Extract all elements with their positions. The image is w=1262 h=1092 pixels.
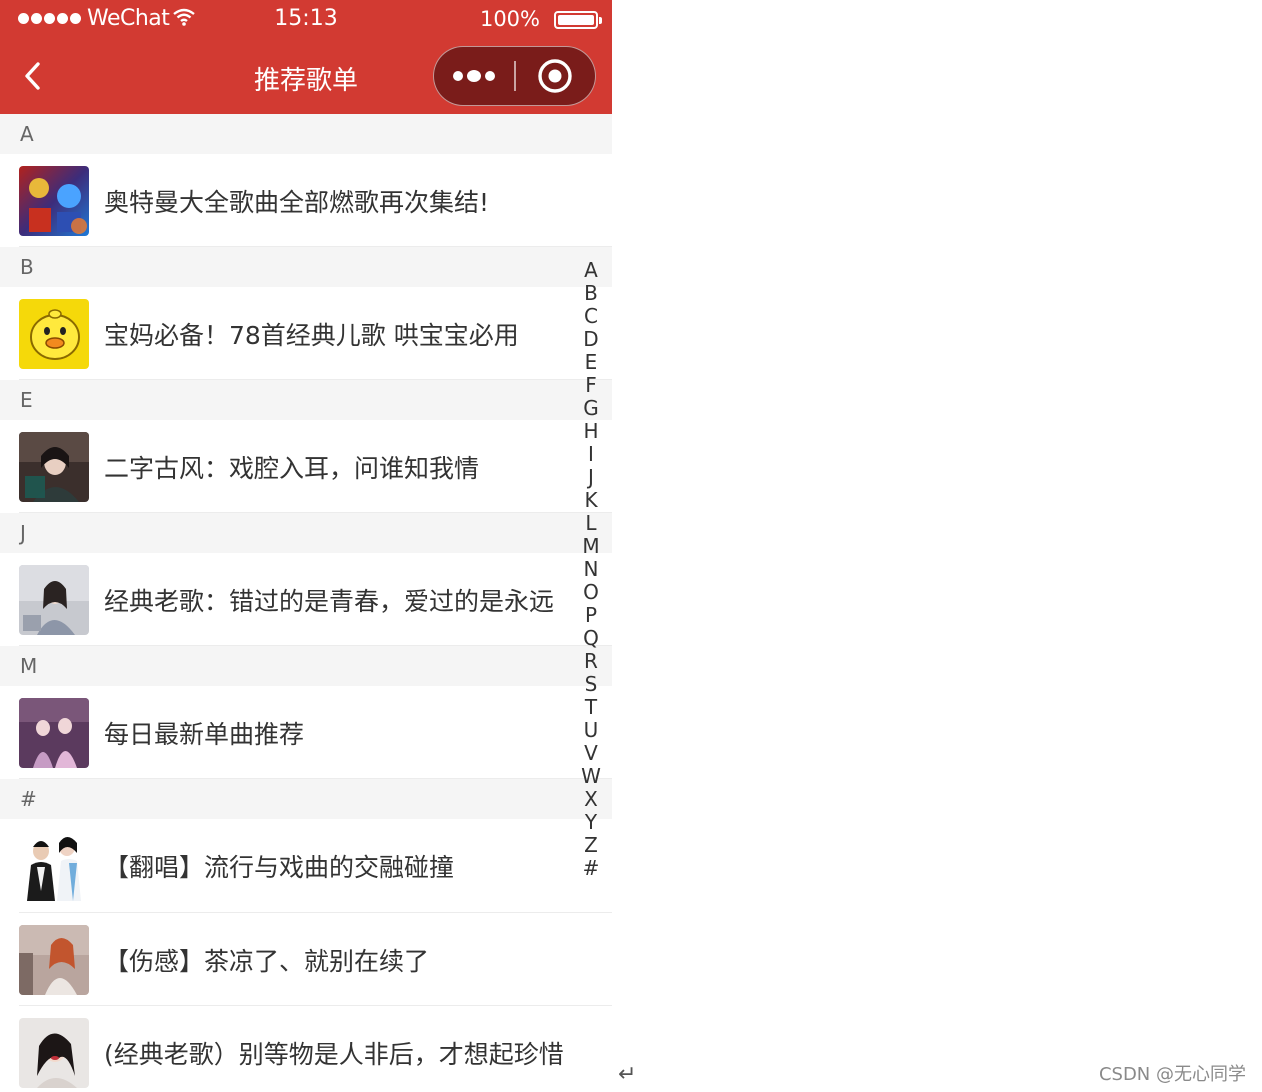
index-letter[interactable]: D — [583, 328, 598, 351]
index-letter[interactable]: B — [584, 282, 598, 305]
item-divider — [19, 246, 612, 247]
index-letter[interactable]: F — [585, 374, 597, 397]
section-header: E — [0, 380, 612, 420]
index-letter[interactable]: U — [584, 719, 599, 742]
section-header: # — [0, 779, 612, 819]
section-header: B — [0, 247, 612, 287]
index-letter[interactable]: I — [588, 443, 594, 466]
playlist-cover — [19, 166, 89, 236]
playlist-cover — [19, 925, 89, 995]
index-letter[interactable]: H — [583, 420, 598, 443]
section-header: M — [0, 646, 612, 686]
section-header: A — [0, 114, 612, 154]
index-letter[interactable]: K — [584, 489, 597, 512]
index-letter[interactable]: R — [584, 650, 598, 673]
playlist-title: 经典老歌：错过的是青春，爱过的是永远 — [104, 586, 555, 616]
index-letter[interactable]: P — [585, 604, 597, 627]
return-glyph: ↵ — [618, 1062, 637, 1087]
phone-screen: WeChat 15:13 100% 推荐歌单 A 奥特曼大全歌曲全部燃歌再次集结… — [0, 0, 612, 1092]
index-letter[interactable]: C — [584, 305, 598, 328]
playlist-cover — [19, 831, 89, 901]
section-header: J — [0, 513, 612, 553]
item-divider — [19, 512, 612, 513]
battery-icon — [554, 11, 602, 29]
playlist-cover — [19, 565, 89, 635]
list-item[interactable]: 【伤感】茶凉了、就别在续了 — [0, 913, 612, 1006]
item-divider — [19, 379, 612, 380]
index-letter[interactable]: E — [585, 351, 598, 374]
playlist-title: 宝妈必备！78首经典儿歌 哄宝宝必用 — [104, 320, 519, 350]
index-letter[interactable]: Z — [584, 834, 598, 857]
index-letter[interactable]: A — [584, 259, 598, 282]
alphabet-index[interactable]: A B C D E F G H I J K L M N O P Q R S T U V W X Y Z # — [578, 259, 604, 880]
close-miniprogram-button[interactable] — [516, 47, 594, 105]
watermark: CSDN @无心同学 — [1098, 1064, 1246, 1085]
playlist-cover — [19, 299, 89, 369]
index-letter[interactable]: L — [585, 512, 596, 535]
list-item[interactable]: 每日最新单曲推荐 — [0, 686, 612, 779]
index-letter[interactable]: N — [584, 558, 599, 581]
navigation-bar: WeChat 15:13 100% 推荐歌单 — [0, 0, 612, 114]
playlist-cover — [19, 698, 89, 768]
index-letter[interactable]: O — [583, 581, 599, 604]
index-letter[interactable]: Y — [585, 811, 597, 834]
playlist-title: 【伤感】茶凉了、就别在续了 — [104, 946, 430, 976]
index-letter[interactable]: Q — [583, 627, 599, 650]
playlist-title: 每日最新单曲推荐 — [104, 719, 305, 749]
index-letter[interactable]: M — [582, 535, 599, 558]
list-item[interactable]: 经典老歌：错过的是青春，爱过的是永远 — [0, 553, 612, 646]
list-item[interactable]: 宝妈必备！78首经典儿歌 哄宝宝必用 — [0, 287, 612, 380]
index-letter[interactable]: G — [583, 397, 599, 420]
target-close-icon — [538, 59, 572, 93]
index-letter[interactable]: S — [585, 673, 598, 696]
playlist-title: (经典老歌）别等物是人非后，才想起珍惜 — [104, 1039, 564, 1069]
more-dots-icon — [453, 70, 495, 82]
list-item[interactable]: 二字古风：戏腔入耳，问谁知我情 — [0, 420, 612, 513]
item-divider — [19, 645, 612, 646]
playlist-cover — [19, 432, 89, 502]
playlist-title: 奥特曼大全歌曲全部燃歌再次集结! — [104, 187, 490, 217]
index-letter[interactable]: # — [583, 857, 600, 880]
index-letter[interactable]: J — [588, 466, 594, 489]
item-divider — [19, 778, 612, 779]
index-letter[interactable]: T — [585, 696, 597, 719]
playlist-title: 【翻唱】流行与戏曲的交融碰撞 — [104, 853, 455, 882]
index-letter[interactable]: V — [584, 742, 598, 765]
index-letter[interactable]: W — [581, 765, 601, 788]
playlist-cover — [19, 1018, 89, 1088]
miniprogram-capsule — [433, 46, 596, 106]
list-item[interactable]: 奥特曼大全歌曲全部燃歌再次集结! — [0, 154, 612, 247]
more-menu-button[interactable] — [434, 47, 514, 105]
battery-percentage: 100% — [479, 7, 540, 31]
playlist-list: A 奥特曼大全歌曲全部燃歌再次集结! B 宝妈必备！78首经典儿歌 哄宝宝必用 … — [0, 114, 612, 1092]
list-item[interactable]: 【翻唱】流行与戏曲的交融碰撞 — [0, 819, 612, 913]
playlist-title: 二字古风：戏腔入耳，问谁知我情 — [104, 453, 480, 483]
index-letter[interactable]: X — [584, 788, 598, 811]
list-item[interactable]: (经典老歌）别等物是人非后，才想起珍惜 — [0, 1006, 612, 1092]
